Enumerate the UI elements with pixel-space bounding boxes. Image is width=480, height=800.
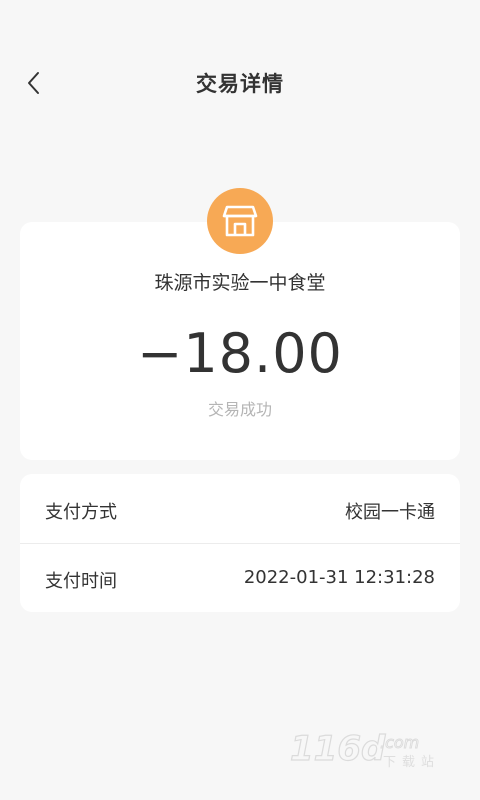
storefront-icon xyxy=(222,205,258,237)
detail-row-payment-method: 支付方式 校园一卡通 xyxy=(20,474,460,543)
transaction-amount: −18.00 xyxy=(137,322,343,385)
detail-label: 支付时间 xyxy=(45,571,117,592)
merchant-name: 珠源市实验一中食堂 xyxy=(154,272,326,294)
transaction-status: 交易成功 xyxy=(207,400,272,419)
top-navigation-bar: 交易详情 xyxy=(0,52,480,112)
svg-text:116d: 116d xyxy=(290,729,386,769)
merchant-avatar xyxy=(207,188,273,254)
detail-value: 2022-01-31 12:31:28 xyxy=(243,567,435,588)
detail-value: 校园一卡通 xyxy=(345,502,435,523)
svg-text:.com: .com xyxy=(380,733,419,752)
transaction-details-card: 支付方式 校园一卡通 支付时间 2022-01-31 12:31:28 xyxy=(20,474,460,612)
watermark-subtext: 下载站 xyxy=(382,755,440,770)
page-title: 交易详情 xyxy=(196,72,284,96)
detail-row-payment-time: 支付时间 2022-01-31 12:31:28 xyxy=(20,543,460,612)
detail-label: 支付方式 xyxy=(45,502,117,523)
